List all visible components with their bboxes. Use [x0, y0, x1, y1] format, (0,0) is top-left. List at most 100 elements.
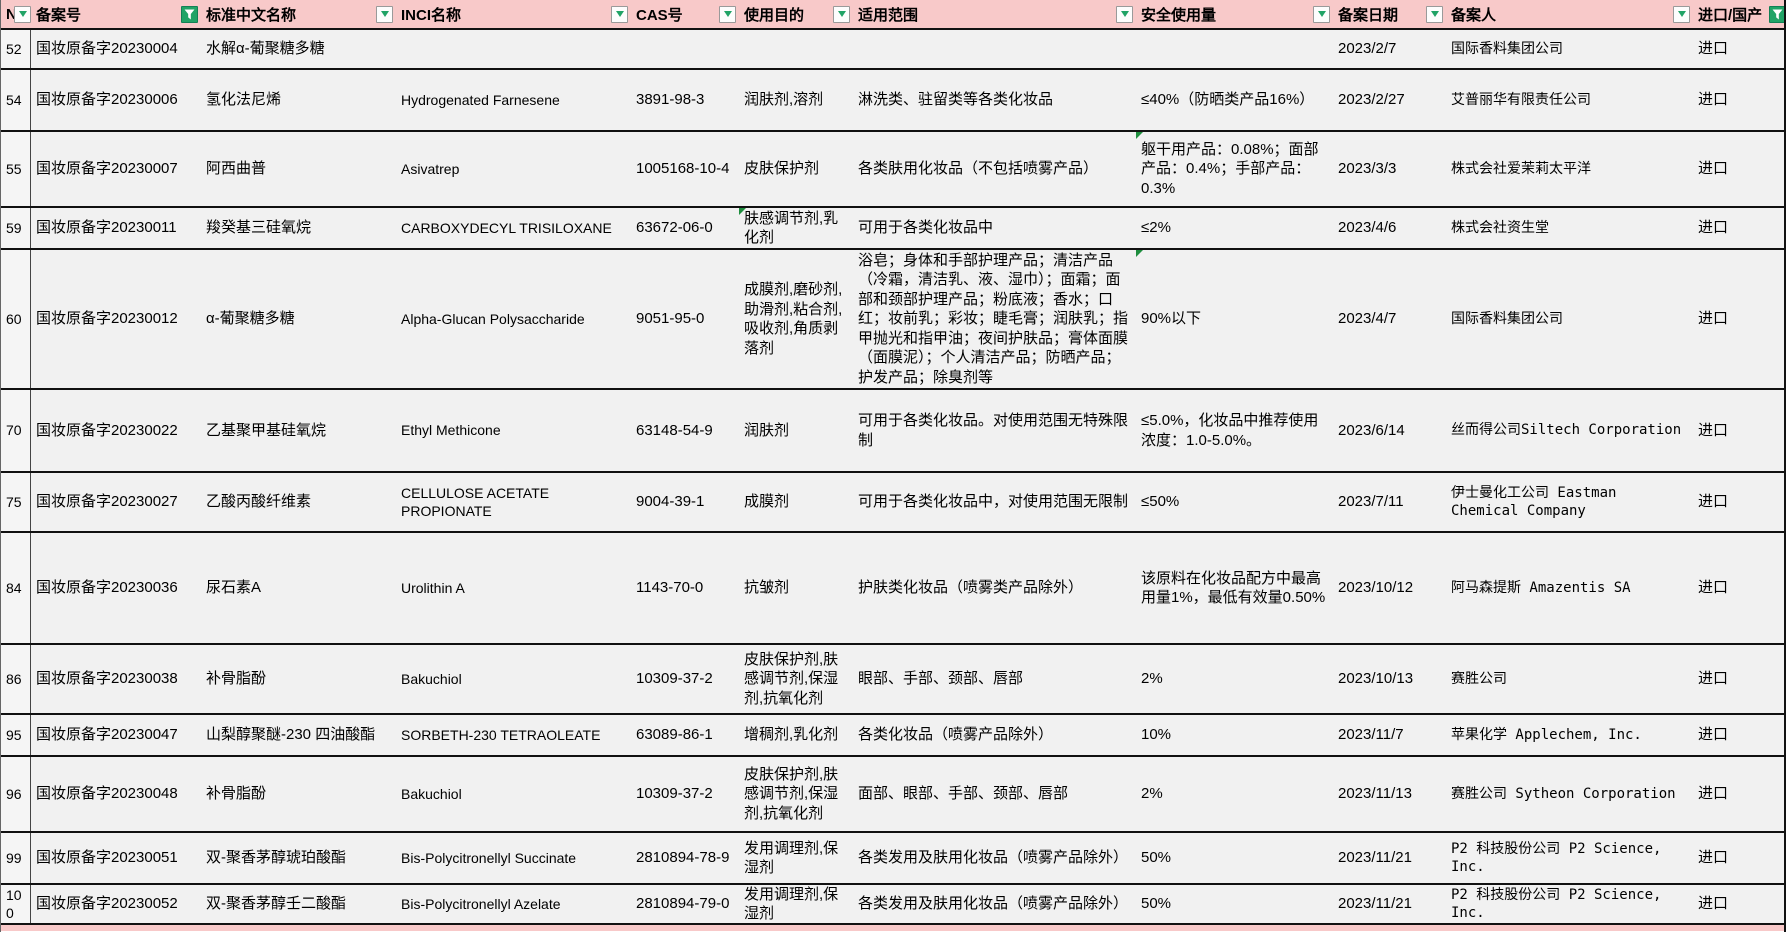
- cell-no[interactable]: 55: [1, 132, 31, 206]
- cell-scope[interactable]: 可用于各类化妆品中: [853, 208, 1136, 248]
- cell-safety[interactable]: ≤2%: [1136, 208, 1333, 248]
- cell-safety[interactable]: 该原料在化妆品配方中最高用量1%，最低有效量0.50%: [1136, 533, 1333, 643]
- cell-purpose[interactable]: 发用调理剂,保湿剂: [739, 885, 853, 923]
- cell-cn_name[interactable]: 水解α-葡聚糖多糖: [201, 30, 396, 68]
- cell-safety[interactable]: 2%: [1136, 757, 1333, 831]
- cell-cas[interactable]: 3891-98-3: [631, 70, 739, 130]
- cell-date[interactable]: 2023/10/13: [1333, 645, 1446, 713]
- cell-cas[interactable]: 9051-95-0: [631, 250, 739, 388]
- column-header-scope[interactable]: 适用范围: [853, 0, 1136, 28]
- filter-dropdown-icon[interactable]: [719, 6, 736, 23]
- column-header-safety[interactable]: 安全使用量: [1136, 0, 1333, 28]
- cell-safety[interactable]: 躯干用产品：0.08%；面部产品：0.4%；手部产品：0.3%: [1136, 132, 1333, 206]
- cell-cas[interactable]: [631, 30, 739, 68]
- cell-scope[interactable]: 面部、眼部、手部、颈部、唇部: [853, 757, 1136, 831]
- column-header-no[interactable]: N: [1, 0, 31, 28]
- cell-registrant[interactable]: 株式会社资生堂: [1446, 208, 1693, 248]
- cell-safety[interactable]: ≤50%: [1136, 473, 1333, 531]
- cell-cn_name[interactable]: 羧癸基三硅氧烷: [201, 208, 396, 248]
- cell-date[interactable]: 2023/6/14: [1333, 390, 1446, 471]
- cell-cas[interactable]: 2810894-79-0: [631, 885, 739, 923]
- cell-origin[interactable]: 进口: [1693, 715, 1784, 755]
- cell-reg_no[interactable]: 国妆原备字20230048: [31, 757, 201, 831]
- filter-dropdown-icon[interactable]: [14, 6, 31, 23]
- cell-origin[interactable]: 进口: [1693, 533, 1784, 643]
- cell-origin[interactable]: 进口: [1693, 473, 1784, 531]
- cell-scope[interactable]: 眼部、手部、颈部、唇部: [853, 645, 1136, 713]
- cell-inci[interactable]: Bis-Polycitronellyl Succinate: [396, 833, 631, 883]
- cell-cas[interactable]: 2810894-78-9: [631, 833, 739, 883]
- cell-date[interactable]: 2023/11/13: [1333, 757, 1446, 831]
- cell-no[interactable]: 99: [1, 833, 31, 883]
- cell-no[interactable]: 84: [1, 533, 31, 643]
- cell-safety[interactable]: 50%: [1136, 833, 1333, 883]
- cell-safety[interactable]: ≤40%（防晒类产品16%）: [1136, 70, 1333, 130]
- cell-no[interactable]: 86: [1, 645, 31, 713]
- cell-scope[interactable]: [853, 30, 1136, 68]
- cell-inci[interactable]: Asivatrep: [396, 132, 631, 206]
- cell-scope[interactable]: 护肤类化妆品（喷雾类产品除外）: [853, 533, 1136, 643]
- cell-cn_name[interactable]: 阿西曲普: [201, 132, 396, 206]
- cell-origin[interactable]: 进口: [1693, 250, 1784, 388]
- cell-no[interactable]: 59: [1, 208, 31, 248]
- cell-inci[interactable]: CELLULOSE ACETATE PROPIONATE: [396, 473, 631, 531]
- cell-safety[interactable]: 90%以下: [1136, 250, 1333, 388]
- column-header-cn_name[interactable]: 标准中文名称: [201, 0, 396, 28]
- cell-safety[interactable]: 10%: [1136, 715, 1333, 755]
- cell-cn_name[interactable]: 双-聚香茅醇琥珀酸酯: [201, 833, 396, 883]
- cell-cas[interactable]: 10309-37-2: [631, 757, 739, 831]
- cell-cn_name[interactable]: 乙酸丙酸纤维素: [201, 473, 396, 531]
- cell-cn_name[interactable]: 氢化法尼烯: [201, 70, 396, 130]
- cell-purpose[interactable]: 润肤剂,溶剂: [739, 70, 853, 130]
- filter-dropdown-icon[interactable]: [611, 6, 628, 23]
- cell-date[interactable]: 2023/4/7: [1333, 250, 1446, 388]
- cell-inci[interactable]: Hydrogenated Farnesene: [396, 70, 631, 130]
- cell-reg_no[interactable]: 国妆原备字20230004: [31, 30, 201, 68]
- cell-cn_name[interactable]: 补骨脂酚: [201, 645, 396, 713]
- cell-origin[interactable]: 进口: [1693, 30, 1784, 68]
- cell-no[interactable]: 70: [1, 390, 31, 471]
- cell-purpose[interactable]: 润肤剂: [739, 390, 853, 471]
- cell-cas[interactable]: 63672-06-0: [631, 208, 739, 248]
- cell-registrant[interactable]: 国际香料集团公司: [1446, 250, 1693, 388]
- column-header-reg_no[interactable]: 备案号: [31, 0, 201, 28]
- cell-reg_no[interactable]: 国妆原备字20230011: [31, 208, 201, 248]
- cell-origin[interactable]: 进口: [1693, 885, 1784, 923]
- cell-date[interactable]: 2023/4/6: [1333, 208, 1446, 248]
- cell-origin[interactable]: 进口: [1693, 757, 1784, 831]
- column-header-origin[interactable]: 进口/国产: [1693, 0, 1786, 28]
- cell-inci[interactable]: [396, 30, 631, 68]
- filter-dropdown-icon[interactable]: [1426, 6, 1443, 23]
- cell-origin[interactable]: 进口: [1693, 390, 1784, 471]
- cell-registrant[interactable]: 丝而得公司Siltech Corporation: [1446, 390, 1693, 471]
- cell-cas[interactable]: 63148-54-9: [631, 390, 739, 471]
- cell-inci[interactable]: Bakuchiol: [396, 645, 631, 713]
- cell-scope[interactable]: 各类化妆品（喷雾产品除外）: [853, 715, 1136, 755]
- cell-origin[interactable]: 进口: [1693, 833, 1784, 883]
- cell-date[interactable]: 2023/11/21: [1333, 885, 1446, 923]
- cell-cas[interactable]: 63089-86-1: [631, 715, 739, 755]
- cell-no[interactable]: 60: [1, 250, 31, 388]
- cell-inci[interactable]: Urolithin A: [396, 533, 631, 643]
- cell-cn_name[interactable]: 双-聚香茅醇壬二酸酯: [201, 885, 396, 923]
- cell-registrant[interactable]: 赛胜公司 Sytheon Corporation: [1446, 757, 1693, 831]
- cell-cas[interactable]: 9004-39-1: [631, 473, 739, 531]
- cell-no[interactable]: 75: [1, 473, 31, 531]
- cell-registrant[interactable]: P2 科技股份公司 P2 Science, Inc.: [1446, 885, 1693, 923]
- cell-scope[interactable]: 各类发用及肤用化妆品（喷雾产品除外）: [853, 885, 1136, 923]
- cell-reg_no[interactable]: 国妆原备字20230007: [31, 132, 201, 206]
- cell-registrant[interactable]: 苹果化学 Applechem, Inc.: [1446, 715, 1693, 755]
- filter-dropdown-icon[interactable]: [1116, 6, 1133, 23]
- cell-purpose[interactable]: [739, 30, 853, 68]
- cell-date[interactable]: 2023/2/27: [1333, 70, 1446, 130]
- cell-purpose[interactable]: 发用调理剂,保湿剂: [739, 833, 853, 883]
- cell-reg_no[interactable]: 国妆原备字20230036: [31, 533, 201, 643]
- cell-cn_name[interactable]: 尿石素A: [201, 533, 396, 643]
- cell-purpose[interactable]: 抗皱剂: [739, 533, 853, 643]
- cell-date[interactable]: 2023/10/12: [1333, 533, 1446, 643]
- column-header-date[interactable]: 备案日期: [1333, 0, 1446, 28]
- cell-reg_no[interactable]: 国妆原备字20230052: [31, 885, 201, 923]
- cell-safety[interactable]: 2%: [1136, 645, 1333, 713]
- cell-no[interactable]: 95: [1, 715, 31, 755]
- cell-date[interactable]: 2023/3/3: [1333, 132, 1446, 206]
